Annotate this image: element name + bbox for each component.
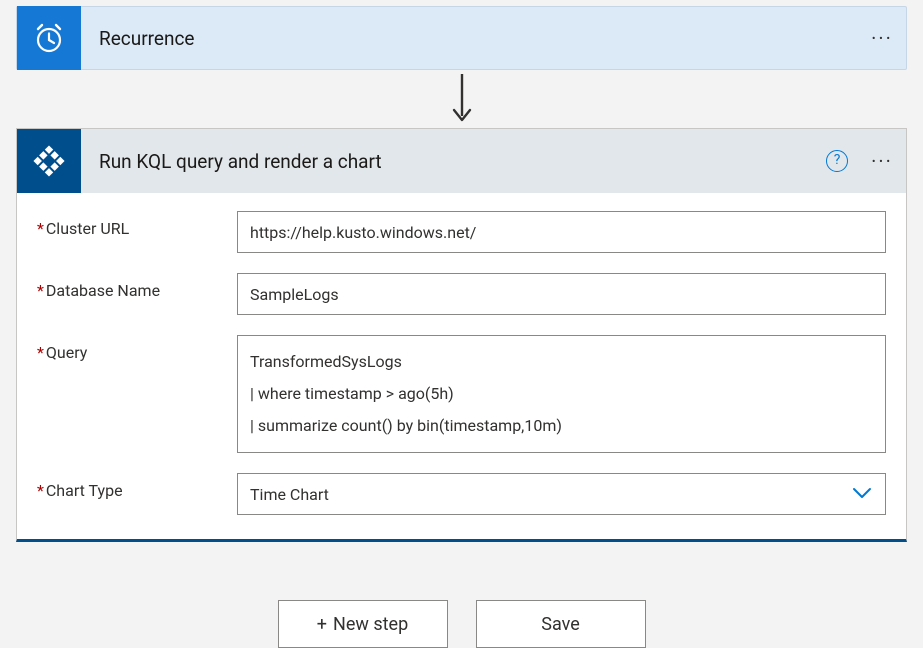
cluster-url-label: *Cluster URL <box>37 211 237 238</box>
connector-arrow <box>16 70 907 128</box>
new-step-label: New step <box>333 614 408 635</box>
chart-type-select[interactable]: Time Chart <box>237 473 886 515</box>
chart-type-value: Time Chart <box>250 485 329 504</box>
query-input[interactable]: TransformedSysLogs | where timestamp > a… <box>237 335 886 453</box>
action-body: *Cluster URL *Database Name *Query <box>17 193 906 539</box>
trigger-more-button[interactable]: ··· <box>858 26 906 50</box>
designer-canvas: Recurrence ··· <box>0 0 923 645</box>
clock-icon <box>17 6 81 70</box>
query-label: *Query <box>37 335 237 362</box>
field-row-query: *Query TransformedSysLogs | where timest… <box>37 335 886 453</box>
kusto-icon <box>17 129 81 193</box>
action-more-button[interactable]: ··· <box>858 149 906 173</box>
field-row-database-name: *Database Name <box>37 273 886 315</box>
action-header[interactable]: Run KQL query and render a chart ? ··· <box>17 129 906 193</box>
plus-icon: + <box>317 614 327 635</box>
cluster-url-input[interactable] <box>237 211 886 253</box>
save-label: Save <box>541 614 580 635</box>
action-title: Run KQL query and render a chart <box>81 150 826 173</box>
trigger-card[interactable]: Recurrence ··· <box>16 6 907 70</box>
help-icon[interactable]: ? <box>826 150 848 172</box>
trigger-title: Recurrence <box>81 27 858 50</box>
field-row-chart-type: *Chart Type Time Chart <box>37 473 886 515</box>
action-card: Run KQL query and render a chart ? ··· *… <box>16 128 907 542</box>
field-row-cluster-url: *Cluster URL <box>37 211 886 253</box>
footer-actions: + New step Save <box>16 600 907 648</box>
database-name-input[interactable] <box>237 273 886 315</box>
chart-type-label: *Chart Type <box>37 473 237 500</box>
new-step-button[interactable]: + New step <box>278 600 448 648</box>
database-name-label: *Database Name <box>37 273 237 300</box>
save-button[interactable]: Save <box>476 600 646 648</box>
